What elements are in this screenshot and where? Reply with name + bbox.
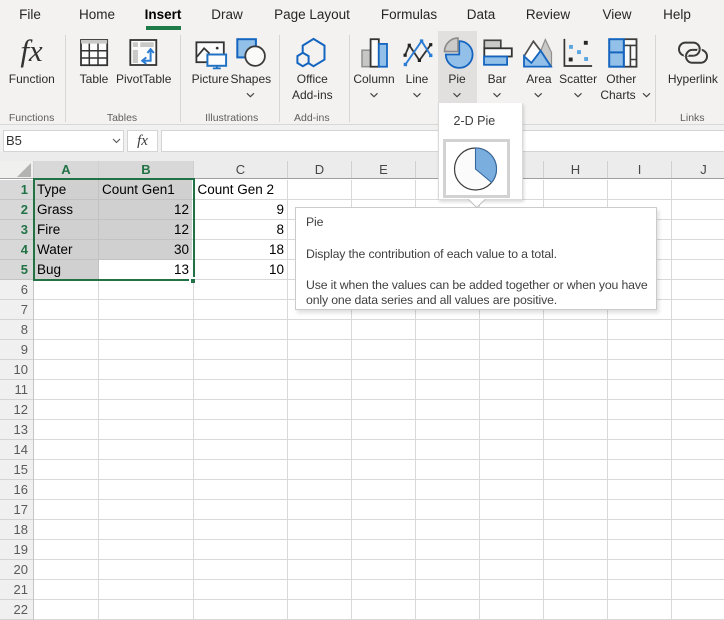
svg-text:fx: fx [20,33,43,68]
